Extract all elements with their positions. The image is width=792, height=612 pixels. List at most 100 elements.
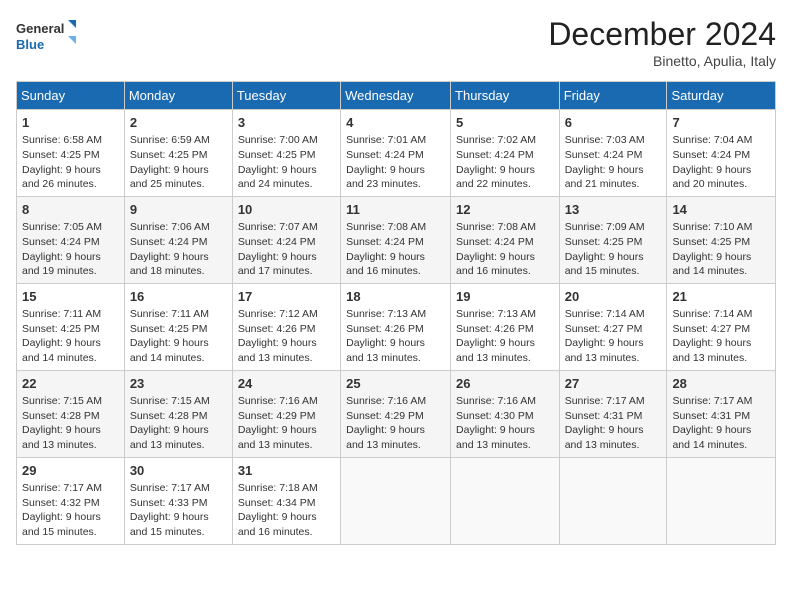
calendar-cell: 12 Sunrise: 7:08 AMSunset: 4:24 PMDayligh… [451,196,560,283]
day-info: Sunrise: 7:02 AMSunset: 4:24 PMDaylight:… [456,134,536,190]
calendar-cell: 11 Sunrise: 7:08 AMSunset: 4:24 PMDayligh… [341,196,451,283]
day-info: Sunrise: 7:11 AMSunset: 4:25 PMDaylight:… [22,308,101,364]
day-info: Sunrise: 7:08 AMSunset: 4:24 PMDaylight:… [346,221,426,277]
calendar-header-row: Sunday Monday Tuesday Wednesday Thursday… [17,82,776,110]
day-info: Sunrise: 7:16 AMSunset: 4:29 PMDaylight:… [346,395,426,451]
title-block: December 2024 Binetto, Apulia, Italy [548,16,776,69]
calendar-cell [341,457,451,544]
day-number: 7 [672,114,770,132]
day-info: Sunrise: 7:05 AMSunset: 4:24 PMDaylight:… [22,221,102,277]
calendar-cell: 5Sunrise: 7:02 AMSunset: 4:24 PMDaylight… [451,110,560,197]
logo-svg: General Blue [16,16,76,56]
day-number: 6 [565,114,662,132]
day-info: Sunrise: 7:07 AMSunset: 4:24 PMDaylight:… [238,221,318,277]
calendar-cell: 2 Sunrise: 6:59 AMSunset: 4:25 PMDaylight… [124,110,232,197]
day-info: Sunrise: 7:01 AMSunset: 4:24 PMDaylight:… [346,134,426,190]
calendar-cell: 21 Sunrise: 7:14 AMSunset: 4:27 PMDayligh… [667,283,776,370]
col-monday: Monday [124,82,232,110]
day-number: 20 [565,288,662,306]
calendar-cell [559,457,667,544]
calendar-cell: 27Sunrise: 7:17 AMSunset: 4:31 PMDayligh… [559,370,667,457]
calendar-cell: 13 Sunrise: 7:09 AMSunset: 4:25 PMDayligh… [559,196,667,283]
calendar-cell: 24Sunrise: 7:16 AMSunset: 4:29 PMDayligh… [232,370,340,457]
col-tuesday: Tuesday [232,82,340,110]
location: Binetto, Apulia, Italy [548,53,776,69]
day-info: Sunrise: 7:15 AMSunset: 4:28 PMDaylight:… [22,395,102,451]
svg-text:General: General [16,21,64,36]
calendar-cell: 18 Sunrise: 7:13 AMSunset: 4:26 PMDayligh… [341,283,451,370]
day-number: 19 [456,288,554,306]
day-info: Sunrise: 7:06 AMSunset: 4:24 PMDaylight:… [130,221,210,277]
day-info: Sunrise: 7:00 AMSunset: 4:25 PMDaylight:… [238,134,318,190]
day-info: Sunrise: 7:14 AMSunset: 4:27 PMDaylight:… [565,308,645,364]
day-number: 24 [238,375,335,393]
day-number: 9 [130,201,227,219]
day-number: 2 [130,114,227,132]
calendar-cell: 17 Sunrise: 7:12 AMSunset: 4:26 PMDayligh… [232,283,340,370]
day-number: 8 [22,201,119,219]
day-number: 3 [238,114,335,132]
calendar-cell: 14Sunrise: 7:10 AMSunset: 4:25 PMDayligh… [667,196,776,283]
day-info: Sunrise: 7:12 AMSunset: 4:26 PMDaylight:… [238,308,318,364]
day-info: Sunrise: 7:17 AMSunset: 4:31 PMDaylight:… [565,395,645,451]
calendar-cell: 16 Sunrise: 7:11 AMSunset: 4:25 PMDayligh… [124,283,232,370]
calendar-cell: 4Sunrise: 7:01 AMSunset: 4:24 PMDaylight… [341,110,451,197]
day-number: 30 [130,462,227,480]
day-info: Sunrise: 7:10 AMSunset: 4:25 PMDaylight:… [672,221,752,277]
day-info: Sunrise: 6:59 AMSunset: 4:25 PMDaylight:… [130,134,210,190]
day-info: Sunrise: 7:14 AMSunset: 4:27 PMDaylight:… [672,308,752,364]
day-info: Sunrise: 7:09 AMSunset: 4:25 PMDaylight:… [565,221,645,277]
calendar-cell: 1 Sunrise: 6:58 AMSunset: 4:25 PMDaylight… [17,110,125,197]
calendar-cell: 22 Sunrise: 7:15 AMSunset: 4:28 PMDayligh… [17,370,125,457]
day-info: Sunrise: 7:03 AMSunset: 4:24 PMDaylight:… [565,134,645,190]
day-number: 17 [238,288,335,306]
calendar-cell: 15 Sunrise: 7:11 AMSunset: 4:25 PMDayligh… [17,283,125,370]
calendar-cell: 31Sunrise: 7:18 AMSunset: 4:34 PMDayligh… [232,457,340,544]
calendar-cell: 30 Sunrise: 7:17 AMSunset: 4:33 PMDayligh… [124,457,232,544]
col-thursday: Thursday [451,82,560,110]
day-info: Sunrise: 7:13 AMSunset: 4:26 PMDaylight:… [456,308,536,364]
calendar-cell: 6 Sunrise: 7:03 AMSunset: 4:24 PMDaylight… [559,110,667,197]
day-number: 10 [238,201,335,219]
day-info: Sunrise: 7:13 AMSunset: 4:26 PMDaylight:… [346,308,426,364]
day-info: Sunrise: 7:11 AMSunset: 4:25 PMDaylight:… [130,308,209,364]
col-wednesday: Wednesday [341,82,451,110]
day-info: Sunrise: 7:17 AMSunset: 4:31 PMDaylight:… [672,395,752,451]
calendar-cell: 19 Sunrise: 7:13 AMSunset: 4:26 PMDayligh… [451,283,560,370]
day-number: 16 [130,288,227,306]
calendar-cell: 10 Sunrise: 7:07 AMSunset: 4:24 PMDayligh… [232,196,340,283]
day-number: 1 [22,114,119,132]
day-info: Sunrise: 7:17 AMSunset: 4:33 PMDaylight:… [130,482,210,538]
day-number: 28 [672,375,770,393]
day-info: Sunrise: 6:58 AMSunset: 4:25 PMDaylight:… [22,134,102,190]
day-number: 15 [22,288,119,306]
day-number: 29 [22,462,119,480]
calendar-cell: 29 Sunrise: 7:17 AMSunset: 4:32 PMDayligh… [17,457,125,544]
day-info: Sunrise: 7:04 AMSunset: 4:24 PMDaylight:… [672,134,752,190]
day-info: Sunrise: 7:17 AMSunset: 4:32 PMDaylight:… [22,482,102,538]
day-number: 31 [238,462,335,480]
logo: General Blue [16,16,76,56]
calendar-cell: 23Sunrise: 7:15 AMSunset: 4:28 PMDayligh… [124,370,232,457]
day-number: 25 [346,375,445,393]
calendar-cell: 3 Sunrise: 7:00 AMSunset: 4:25 PMDaylight… [232,110,340,197]
header: General Blue December 2024 Binetto, Apul… [16,16,776,69]
calendar-cell: 25 Sunrise: 7:16 AMSunset: 4:29 PMDayligh… [341,370,451,457]
day-number: 26 [456,375,554,393]
calendar-table: Sunday Monday Tuesday Wednesday Thursday… [16,81,776,545]
day-info: Sunrise: 7:15 AMSunset: 4:28 PMDaylight:… [130,395,210,451]
calendar-cell: 26 Sunrise: 7:16 AMSunset: 4:30 PMDayligh… [451,370,560,457]
day-number: 12 [456,201,554,219]
day-number: 21 [672,288,770,306]
calendar-cell: 8 Sunrise: 7:05 AMSunset: 4:24 PMDaylight… [17,196,125,283]
day-number: 22 [22,375,119,393]
day-number: 11 [346,201,445,219]
calendar-cell: 28 Sunrise: 7:17 AMSunset: 4:31 PMDayligh… [667,370,776,457]
day-number: 13 [565,201,662,219]
day-number: 18 [346,288,445,306]
page-container: General Blue December 2024 Binetto, Apul… [0,0,792,553]
calendar-cell: 9 Sunrise: 7:06 AMSunset: 4:24 PMDaylight… [124,196,232,283]
day-info: Sunrise: 7:08 AMSunset: 4:24 PMDaylight:… [456,221,536,277]
day-info: Sunrise: 7:16 AMSunset: 4:30 PMDaylight:… [456,395,536,451]
col-saturday: Saturday [667,82,776,110]
